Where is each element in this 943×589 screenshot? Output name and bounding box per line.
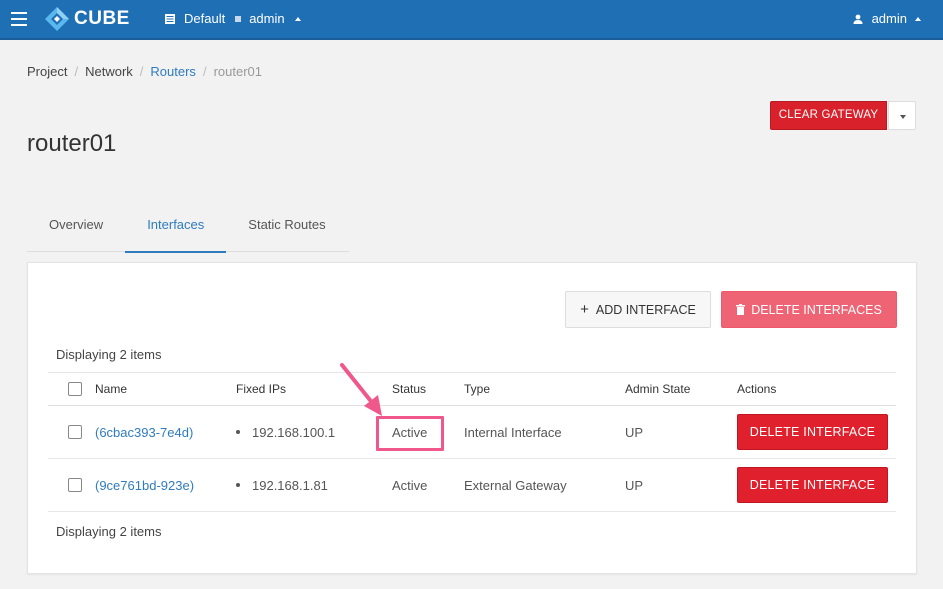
item-count-footer: Displaying 2 items	[56, 524, 162, 539]
tab-static-routes[interactable]: Static Routes	[226, 206, 347, 252]
column-header-status[interactable]: Status	[392, 373, 426, 405]
breadcrumb-separator: /	[202, 64, 207, 79]
column-header-type[interactable]: Type	[464, 373, 490, 405]
interface-name-link[interactable]: (9ce761bd-923e)	[95, 478, 194, 493]
row-checkbox[interactable]	[68, 478, 82, 492]
actions-cell: DELETE INTERFACE	[737, 406, 888, 458]
cube-logo-icon	[45, 7, 69, 31]
clear-gateway-button[interactable]: CLEAR GATEWAY	[770, 101, 887, 130]
admin-state-cell: UP	[625, 424, 644, 440]
grid-icon	[165, 13, 175, 24]
annotation-arrow-icon	[340, 363, 382, 416]
user-icon	[853, 14, 863, 24]
breadcrumb-separator: /	[74, 64, 79, 79]
column-header-actions: Actions	[737, 382, 777, 396]
table-row: (9ce761bd-923e) 192.168.1.81 Active Exte…	[48, 459, 896, 512]
select-all-checkbox[interactable]	[68, 382, 82, 396]
interface-name-link[interactable]: (6cbac393-7e4d)	[95, 425, 193, 440]
separator-square-icon	[235, 15, 242, 22]
user-name: admin	[871, 11, 907, 26]
top-navbar: CUBE Default admin admin	[0, 0, 943, 40]
interface-name-cell: (6cbac393-7e4d)	[95, 406, 193, 458]
page-title: router01	[27, 130, 117, 157]
select-all-cell	[68, 373, 82, 405]
breadcrumb: Project / Network / Routers / router01	[27, 64, 262, 79]
bullet-icon	[236, 483, 240, 487]
item-count: Displaying 2 items	[56, 347, 162, 362]
fixed-ip-value: 192.168.100.1	[252, 424, 336, 440]
tab-overview[interactable]: Overview	[27, 206, 125, 252]
table-row: (6cbac393-7e4d) 192.168.100.1 Active Int…	[48, 406, 896, 459]
plus-icon: +	[580, 301, 589, 318]
fixed-ip-cell: 192.168.100.1	[236, 406, 335, 458]
breadcrumb-separator: /	[139, 64, 144, 79]
delete-interfaces-button[interactable]: DELETE INTERFACES	[721, 291, 897, 328]
tab-interfaces[interactable]: Interfaces	[125, 206, 227, 253]
project-label: admin	[249, 11, 285, 26]
delete-interface-button[interactable]: DELETE INTERFACE	[737, 467, 888, 503]
interfaces-table: Name Fixed IPs Status Type Admin State A…	[48, 372, 896, 512]
table-header-row: Name Fixed IPs Status Type Admin State A…	[48, 372, 896, 406]
actions-cell: DELETE INTERFACE	[737, 459, 888, 511]
caret-up-icon	[294, 16, 301, 21]
logo[interactable]: CUBE	[44, 6, 130, 32]
trash-icon	[736, 304, 746, 315]
bullet-icon	[236, 430, 240, 434]
annotation-highlight-box	[376, 416, 444, 451]
status-cell: Active	[392, 477, 428, 493]
fixed-ip-value: 192.168.1.81	[252, 477, 328, 493]
add-interface-label: ADD INTERFACE	[595, 302, 696, 317]
type-cell: External Gateway	[464, 477, 567, 493]
type-cell: Internal Interface	[464, 424, 562, 440]
admin-state-cell: UP	[625, 477, 644, 493]
breadcrumb-routers[interactable]: Routers	[150, 64, 196, 79]
delete-interfaces-label: DELETE INTERFACES	[751, 302, 882, 317]
user-menu[interactable]: admin	[853, 11, 921, 26]
breadcrumb-current: router01	[213, 64, 262, 79]
breadcrumb-network: Network	[85, 64, 133, 79]
project-selector[interactable]: Default admin	[165, 11, 301, 26]
delete-interface-button[interactable]: DELETE INTERFACE	[737, 414, 888, 450]
add-interface-button[interactable]: + ADD INTERFACE	[565, 291, 711, 328]
column-header-name[interactable]: Name	[95, 373, 127, 405]
row-checkbox[interactable]	[68, 425, 82, 439]
brand-name: CUBE	[74, 8, 130, 29]
interface-name-cell: (9ce761bd-923e)	[95, 459, 194, 511]
column-header-fixed-ips[interactable]: Fixed IPs	[236, 373, 286, 405]
breadcrumb-project: Project	[27, 64, 68, 79]
fixed-ip-cell: 192.168.1.81	[236, 459, 328, 511]
detail-tabs: Overview Interfaces Static Routes	[27, 206, 349, 253]
column-header-admin-state[interactable]: Admin State	[625, 373, 690, 405]
actions-dropdown-toggle[interactable]	[888, 101, 916, 130]
caret-down-icon	[900, 115, 906, 119]
domain-label: Default	[184, 11, 226, 26]
interfaces-panel: + ADD INTERFACE DELETE INTERFACES Displa…	[27, 262, 917, 574]
row-select-cell	[68, 459, 82, 511]
caret-up-icon	[915, 16, 921, 21]
row-select-cell	[68, 406, 82, 458]
hamburger-icon[interactable]	[11, 12, 27, 26]
